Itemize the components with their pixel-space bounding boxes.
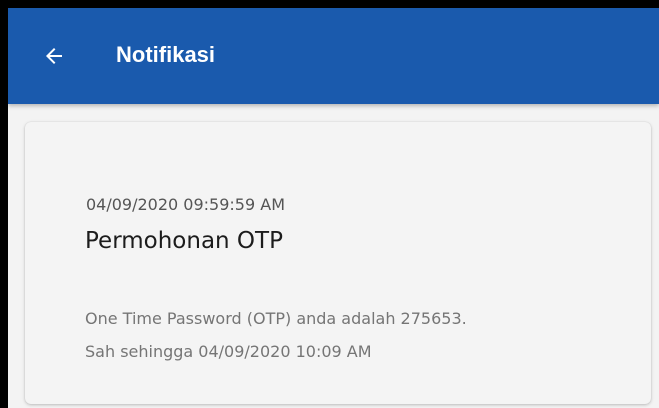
notification-datetime: 04/09/2020 09:59:59 AM — [86, 195, 285, 214]
notification-body-line-2: Sah sehingga 04/09/2020 10:09 AM — [85, 342, 372, 361]
back-button[interactable] — [36, 38, 72, 74]
notification-list: 04/09/2020 09:59:59 AM Permohonan OTP On… — [8, 104, 659, 408]
arrow-left-icon — [46, 48, 62, 64]
notification-card[interactable]: 04/09/2020 09:59:59 AM Permohonan OTP On… — [25, 122, 651, 404]
screen-frame-left — [0, 0, 8, 408]
notification-body: One Time Password (OTP) anda adalah 2756… — [85, 302, 625, 368]
screen-frame-top — [0, 0, 659, 8]
page-title: Notifikasi — [116, 42, 216, 67]
notification-body-line-1: One Time Password (OTP) anda adalah 2756… — [85, 309, 467, 328]
app-bar: Notifikasi — [8, 8, 659, 104]
notification-title: Permohonan OTP — [85, 228, 283, 254]
